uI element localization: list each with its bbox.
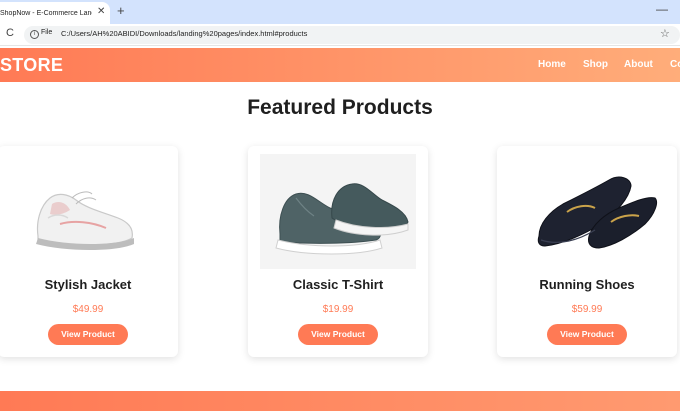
white-sneaker-icon (10, 154, 166, 269)
product-name: Classic T-Shirt (292, 277, 384, 292)
url-text[interactable]: C:/Users/AH%20ABIDI/Downloads/landing%20… (61, 29, 307, 38)
product-price: $49.99 (72, 304, 104, 315)
reload-icon[interactable]: C (6, 27, 14, 39)
nav-about[interactable]: About (624, 59, 653, 70)
view-product-button[interactable]: View Product (48, 324, 128, 345)
browser-tab-strip: ShopNow - E-Commerce Landi ✕ + — (0, 0, 680, 24)
tab-title: ShopNow - E-Commerce Landi (0, 9, 92, 17)
view-product-button[interactable]: View Product (298, 324, 378, 345)
product-card: Stylish Jacket $49.99 View Product (0, 146, 178, 357)
nav-contact[interactable]: Co (670, 59, 680, 70)
site-header: STORE Home Shop About Co (0, 48, 680, 82)
browser-toolbar: C i File C:/Users/AH%20ABIDI/Downloads/l… (0, 24, 680, 46)
slip-on-sneaker-icon (260, 154, 416, 269)
file-chip: File (41, 29, 53, 36)
bookmark-star-icon[interactable]: ☆ (660, 27, 670, 40)
loafer-shoes-icon (509, 154, 665, 269)
section-title: Featured Products (247, 96, 433, 119)
address-bar[interactable]: i File C:/Users/AH%20ABIDI/Downloads/lan… (24, 26, 680, 44)
product-price: $59.99 (571, 304, 603, 315)
new-tab-button[interactable]: + (117, 3, 125, 19)
product-card: Running Shoes $59.99 View Product (497, 146, 677, 357)
site-logo[interactable]: STORE (0, 55, 63, 76)
nav-shop[interactable]: Shop (583, 59, 608, 70)
nav-home[interactable]: Home (538, 59, 566, 70)
info-icon[interactable]: i (30, 30, 39, 39)
product-card: Classic T-Shirt $19.99 View Product (248, 146, 428, 357)
tab-close-icon[interactable]: ✕ (97, 6, 105, 18)
product-price: $19.99 (322, 304, 354, 315)
view-product-button[interactable]: View Product (547, 324, 627, 345)
footer-bar (0, 391, 680, 411)
browser-tab[interactable]: ShopNow - E-Commerce Landi ✕ (0, 2, 110, 24)
product-name: Stylish Jacket (44, 277, 132, 292)
product-name: Running Shoes (539, 277, 635, 292)
minimize-button[interactable]: — (656, 2, 668, 16)
